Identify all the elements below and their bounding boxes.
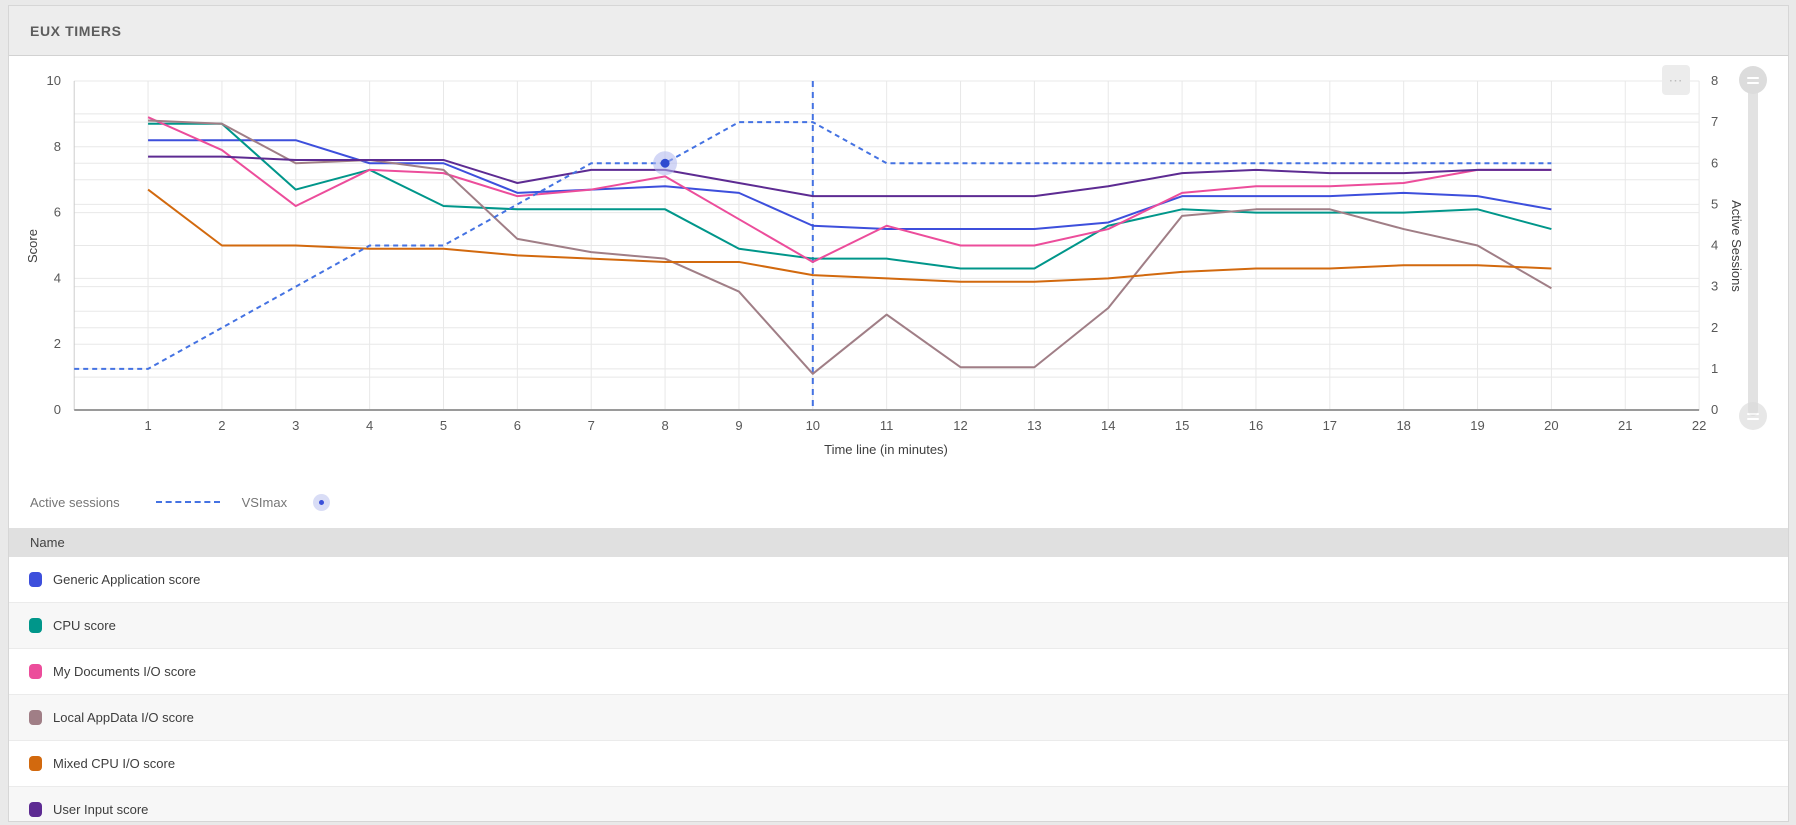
table-row[interactable]: CPU score <box>9 603 1788 649</box>
x-tick-label: 22 <box>1692 418 1706 433</box>
chart-region: 1234567891011121314151617181920212202468… <box>9 56 1788 476</box>
series-name-label: Generic Application score <box>53 572 200 587</box>
series-line-mixed-cpu-i-o-score[interactable] <box>148 190 1551 282</box>
x-tick-label: 16 <box>1249 418 1263 433</box>
series-line-generic-application-score[interactable] <box>148 140 1551 229</box>
right-tick-label: 5 <box>1711 196 1718 211</box>
handle-grip-icon <box>1747 82 1759 84</box>
panel-title: EUX TIMERS <box>30 23 122 39</box>
table-row[interactable]: User Input score <box>9 787 1788 822</box>
x-tick-label: 21 <box>1618 418 1632 433</box>
table-header-name: Name <box>30 535 65 550</box>
x-tick-label: 15 <box>1175 418 1189 433</box>
x-tick-label: 14 <box>1101 418 1115 433</box>
series-color-swatch <box>29 572 42 587</box>
series-line-my-documents-i-o-score[interactable] <box>148 117 1551 262</box>
right-tick-label: 4 <box>1711 238 1718 253</box>
sessions-slider-handle-bottom[interactable] <box>1739 402 1767 430</box>
left-tick-label: 2 <box>54 336 61 351</box>
series-table: Generic Application score CPU score My D… <box>9 557 1788 822</box>
x-tick-label: 6 <box>514 418 521 433</box>
handle-grip-icon <box>1747 413 1759 415</box>
line-chart: 1234567891011121314151617181920212202468… <box>9 56 1788 476</box>
series-name-label: My Documents I/O score <box>53 664 196 679</box>
table-header: Name <box>9 528 1788 557</box>
series-color-swatch <box>29 802 42 817</box>
table-row[interactable]: My Documents I/O score <box>9 649 1788 695</box>
x-tick-label: 5 <box>440 418 447 433</box>
x-tick-label: 1 <box>144 418 151 433</box>
series-name-label: User Input score <box>53 802 148 817</box>
right-tick-label: 7 <box>1711 114 1718 129</box>
series-line-local-appdata-i-o-score[interactable] <box>148 120 1551 373</box>
x-tick-label: 19 <box>1470 418 1484 433</box>
table-row[interactable]: Generic Application score <box>9 557 1788 603</box>
table-row[interactable]: Mixed CPU I/O score <box>9 741 1788 787</box>
sessions-slider-track[interactable] <box>1748 80 1758 416</box>
right-tick-label: 0 <box>1711 402 1718 417</box>
x-tick-label: 2 <box>218 418 225 433</box>
x-tick-label: 18 <box>1396 418 1410 433</box>
series-name-label: Local AppData I/O score <box>53 710 194 725</box>
right-tick-label: 1 <box>1711 361 1718 376</box>
legend-vsimax-label: VSImax <box>242 495 288 510</box>
legend-active-sessions-label: Active sessions <box>30 495 120 510</box>
chart-legend: Active sessions VSImax <box>9 476 1788 528</box>
active-sessions-dash-icon <box>156 501 220 503</box>
x-tick-label: 7 <box>588 418 595 433</box>
series-color-swatch <box>29 710 42 725</box>
x-tick-label: 17 <box>1323 418 1337 433</box>
left-axis-title: Score <box>25 229 40 263</box>
right-tick-label: 8 <box>1711 73 1718 88</box>
table-row[interactable]: Local AppData I/O score <box>9 695 1788 741</box>
panel-header: EUX TIMERS <box>9 6 1788 56</box>
x-tick-label: 8 <box>661 418 668 433</box>
series-color-swatch <box>29 756 42 771</box>
chart-menu-button[interactable]: ⋯ <box>1662 65 1690 95</box>
x-tick-label: 11 <box>880 418 894 433</box>
series-name-label: Mixed CPU I/O score <box>53 756 175 771</box>
left-tick-label: 4 <box>54 270 61 285</box>
series-color-swatch <box>29 664 42 679</box>
right-tick-label: 3 <box>1711 279 1718 294</box>
handle-grip-icon <box>1747 77 1759 79</box>
left-tick-label: 8 <box>54 139 61 154</box>
x-tick-label: 3 <box>292 418 299 433</box>
right-tick-label: 2 <box>1711 320 1718 335</box>
handle-grip-icon <box>1747 418 1759 420</box>
series-name-label: CPU score <box>53 618 116 633</box>
right-axis-title: Active Sessions <box>1729 200 1744 292</box>
right-tick-label: 6 <box>1711 155 1718 170</box>
series-color-swatch <box>29 618 42 633</box>
vsimax-point[interactable] <box>661 159 670 168</box>
left-tick-label: 6 <box>54 205 61 220</box>
x-tick-label: 9 <box>735 418 742 433</box>
x-tick-label: 4 <box>366 418 373 433</box>
x-tick-label: 12 <box>953 418 967 433</box>
x-tick-label: 10 <box>806 418 820 433</box>
x-tick-label: 13 <box>1027 418 1041 433</box>
x-axis-title: Time line (in minutes) <box>824 442 948 457</box>
left-tick-label: 0 <box>54 402 61 417</box>
vsimax-marker-icon <box>313 494 330 511</box>
eux-timers-panel: EUX TIMERS 12345678910111213141516171819… <box>8 5 1789 822</box>
x-tick-label: 20 <box>1544 418 1558 433</box>
left-tick-label: 10 <box>47 73 61 88</box>
sessions-slider-handle-top[interactable] <box>1739 66 1767 94</box>
